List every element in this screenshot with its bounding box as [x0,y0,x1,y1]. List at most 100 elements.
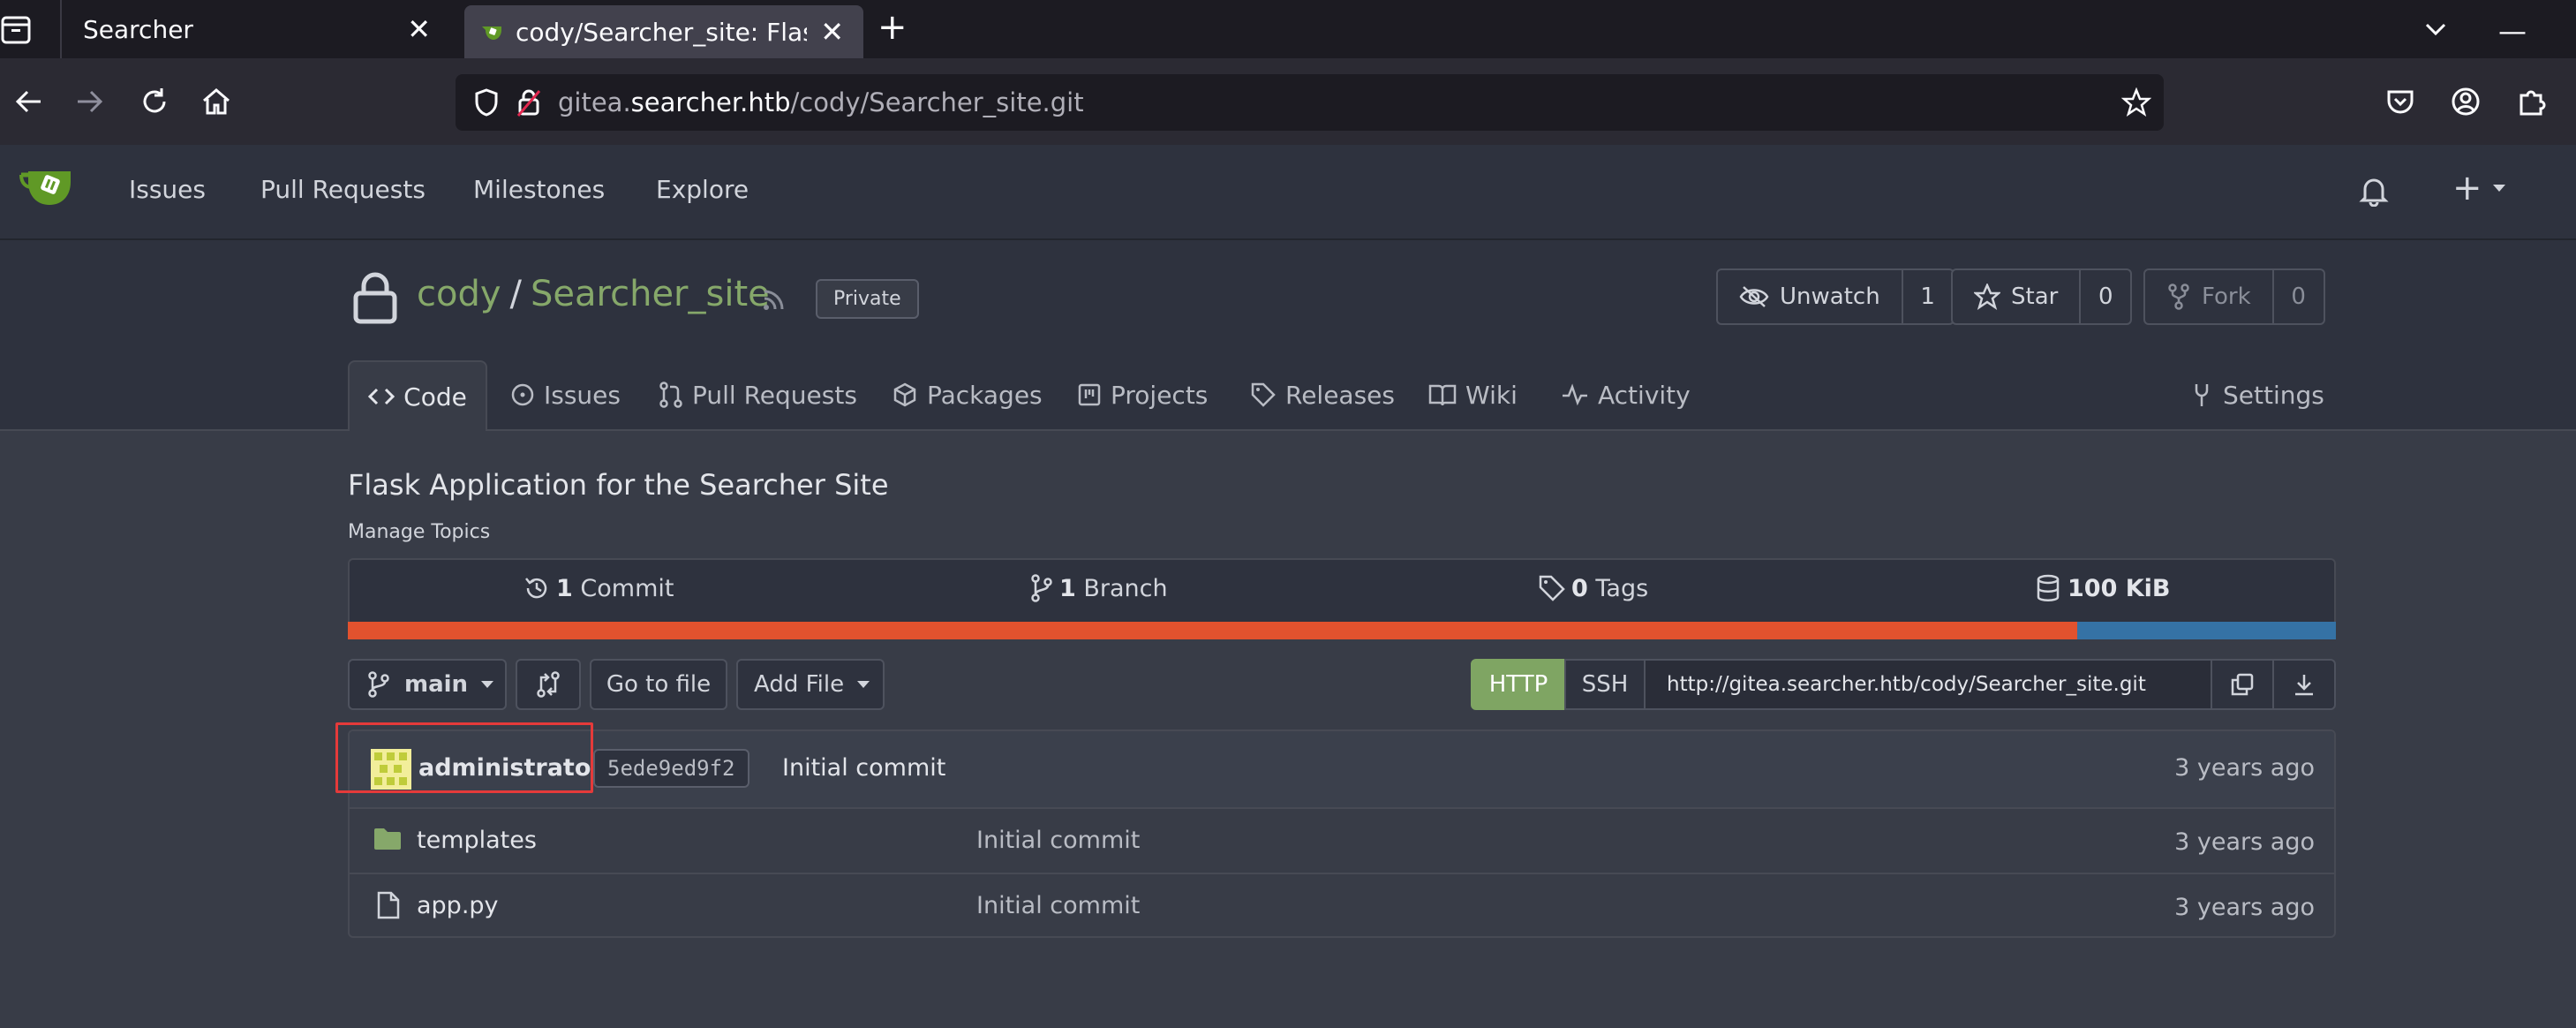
language-segment-primary[interactable] [348,622,2078,639]
fork-count[interactable]: 0 [2274,270,2324,323]
clone-url-text: http://gitea.searcher.htb/cody/Searcher_… [1667,673,2146,696]
notifications-bell-icon[interactable] [2359,175,2389,207]
clone-ssh-button[interactable]: SSH [1564,659,1646,710]
pulse-icon [1563,383,1587,406]
tab-code-label: Code [403,382,467,412]
language-stats-bar[interactable] [348,622,2336,639]
extensions-icon[interactable] [2516,87,2546,117]
stat-branches[interactable]: 1 Branch [1029,574,1168,602]
go-to-file-button[interactable]: Go to file [590,659,727,710]
close-icon[interactable]: ✕ [407,12,431,46]
create-new-menu[interactable]: + [2452,168,2507,208]
watch-button-group[interactable]: Unwatch 1 [1716,268,1955,325]
star-count[interactable]: 0 [2081,270,2130,323]
stat-tags[interactable]: 0 Tags [1538,574,1648,602]
star-label: Star [2011,283,2059,310]
caret-down-icon [2492,185,2505,192]
tab-issues[interactable]: Issues [510,360,621,429]
pocket-icon[interactable] [2385,87,2415,117]
folder-icon [373,827,403,851]
insecure-lock-icon[interactable] [516,87,542,117]
tab-projects[interactable]: Projects [1077,360,1208,429]
branch-icon [368,671,389,698]
tab-activity-label: Activity [1598,380,1691,410]
private-lock-icon [351,270,399,325]
tab-packages[interactable]: Packages [892,360,1043,429]
fork-button[interactable]: Fork [2145,270,2274,323]
shield-icon[interactable] [473,87,500,117]
file-name-link[interactable]: app.py [417,892,499,919]
account-icon[interactable] [2451,87,2481,117]
fork-button-group[interactable]: Fork 0 [2143,268,2325,325]
issue-icon [511,383,534,406]
star-bookmark-icon[interactable] [2121,87,2151,117]
minimize-window-button[interactable]: — [2498,14,2527,48]
close-icon[interactable]: ✕ [820,15,844,49]
file-commit-time: 3 years ago [2174,828,2315,856]
add-file-button[interactable]: Add File [736,659,885,710]
watch-count[interactable]: 1 [1903,270,1953,323]
fork-label: Fork [2202,283,2251,310]
tab-releases[interactable]: Releases [1250,360,1395,429]
tab-releases-label: Releases [1285,380,1395,410]
private-badge: Private [816,279,919,319]
commit-sha-link[interactable]: 5ede9ed9f2 [593,749,749,788]
tab-settings[interactable]: Settings [2189,360,2324,429]
pull-request-icon [659,382,682,408]
nav-milestones[interactable]: Milestones [473,175,605,204]
forward-arrow-icon[interactable] [74,88,104,115]
nav-issues[interactable]: Issues [129,175,206,204]
unwatch-button[interactable]: Unwatch [1718,270,1903,323]
url-host: searcher.htb [630,87,791,117]
language-segment-secondary[interactable] [2077,622,2336,639]
copy-url-button[interactable] [2211,659,2274,710]
tab-wiki[interactable]: Wiki [1428,360,1518,429]
file-icon [376,890,401,920]
fork-icon [2168,283,2189,310]
plus-icon: + [2452,168,2482,208]
star-button[interactable]: Star [1953,270,2082,323]
eye-slash-icon [1739,286,1769,307]
new-tab-button[interactable]: + [877,7,908,48]
browser-tab-repo[interactable]: cody/Searcher_site: Flask Application fo… [464,5,863,58]
history-icon [525,578,547,599]
back-arrow-icon[interactable] [14,88,44,115]
database-icon [2037,574,2060,601]
file-table: administrator 5ede9ed9f2 Initial commit … [348,729,2336,938]
tab-pull-requests[interactable]: Pull Requests [659,360,857,429]
star-icon [1974,283,2000,310]
nav-pull-requests[interactable]: Pull Requests [260,175,426,204]
tab-activity[interactable]: Activity [1561,360,1691,429]
repo-name-link[interactable]: Searcher_site [531,274,770,314]
browser-tab-searcher[interactable]: Searcher ✕ [62,0,450,58]
clone-url-input[interactable]: http://gitea.searcher.htb/cody/Searcher_… [1644,659,2212,710]
clone-http-button[interactable]: HTTP [1471,659,1566,710]
tab-overview-icon[interactable] [0,12,35,48]
tab-title: cody/Searcher_site: Flask Application fo… [516,17,807,47]
home-icon[interactable] [201,87,231,117]
repo-owner-link[interactable]: cody [417,274,501,314]
stat-size: 100 KiB [2036,574,2171,602]
stat-commits[interactable]: 1 Commit [523,574,674,602]
page: Searcher ✕ cody/Searcher_site: Flask App… [0,0,2576,1028]
nav-explore[interactable]: Explore [656,175,749,204]
url-bar[interactable]: gitea.searcher.htb/cody/Searcher_site.gi… [456,74,2164,131]
file-commit-time: 3 years ago [2174,894,2315,921]
tab-code[interactable]: Code [348,360,487,431]
file-name-link[interactable]: templates [417,827,537,854]
file-commit-message-link[interactable]: Initial commit [976,827,1140,854]
compare-button[interactable] [516,659,581,710]
gitea-logo-icon[interactable] [19,166,74,208]
url-prefix: gitea. [558,87,631,117]
branches-count: 1 [1059,574,1076,602]
branch-selector[interactable]: main [348,659,507,710]
download-button[interactable] [2272,659,2336,710]
url-path: /cody/Searcher_site.git [790,87,1084,117]
manage-topics-link[interactable]: Manage Topics [348,521,490,543]
tab-list-chevron-down-icon[interactable] [2422,16,2449,42]
star-button-group[interactable]: Star 0 [1951,268,2133,325]
rss-icon[interactable] [761,286,787,313]
reload-icon[interactable] [139,87,169,117]
commit-message-link[interactable]: Initial commit [782,754,945,782]
file-commit-message-link[interactable]: Initial commit [976,892,1140,919]
